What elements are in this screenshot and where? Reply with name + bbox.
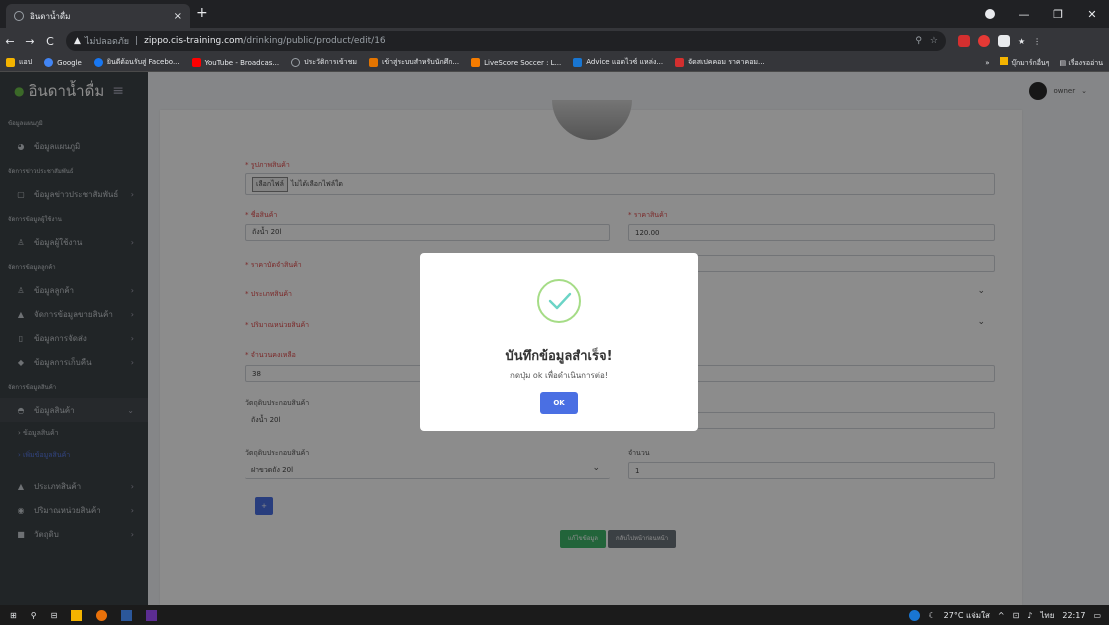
bookmark-label: เข้าสู่ระบบสำหรับนักศึก... bbox=[381, 58, 460, 66]
language-indicator[interactable]: ไทย bbox=[1040, 609, 1054, 622]
close-window-button[interactable]: ✕ bbox=[1075, 8, 1109, 21]
window-controls: — ❐ ✕ bbox=[973, 0, 1109, 28]
search-icon[interactable]: ⚲ bbox=[31, 611, 37, 620]
bookmark-livescore[interactable]: LiveScore Soccer : L... bbox=[471, 58, 561, 67]
student-icon bbox=[368, 58, 378, 67]
menu-dots-icon[interactable]: ⋮ bbox=[1033, 37, 1041, 46]
extension-icon[interactable] bbox=[998, 35, 1010, 47]
insecure-label: ไม่ปลอดภัย bbox=[84, 37, 130, 47]
network-icon[interactable]: ⊡ bbox=[1013, 611, 1020, 620]
bookmark-label: LiveScore Soccer : L... bbox=[484, 58, 562, 67]
zoom-icon[interactable]: ⚲ bbox=[915, 36, 922, 46]
bookmark-label: แอป bbox=[19, 58, 33, 66]
taskbar: ⊞ ⚲ ⊟ ☾ 27°C แจ่มใส ^ ⊡ ♪ ไทย 22:17 ▭ bbox=[0, 605, 1109, 625]
bookmark-jib[interactable]: จัดสเปคคอม ราคาคอม... bbox=[675, 57, 765, 68]
reading-list-icon: ▤ bbox=[1059, 58, 1069, 67]
tab-close-icon[interactable]: × bbox=[174, 11, 182, 22]
extension-icon[interactable] bbox=[958, 35, 970, 47]
address-bar-row: ← → C ▲ ไม่ปลอดภัย | zippo.cis-training.… bbox=[0, 28, 1109, 54]
bookmark-star-icon[interactable]: ☆ bbox=[930, 36, 938, 46]
youtube-icon bbox=[191, 58, 201, 67]
back-icon[interactable]: ← bbox=[0, 35, 20, 48]
tab-favicon-icon bbox=[14, 11, 24, 21]
dialog-text: กดปุ่ม ok เพื่อดำเนินการต่อ! bbox=[509, 371, 608, 380]
browser-tab[interactable]: อินดาน้ำดื่ม × bbox=[6, 4, 190, 28]
facebook-icon bbox=[93, 58, 103, 67]
url-path: /drinking/public/product/edit/16 bbox=[243, 36, 386, 46]
volume-icon[interactable]: ♪ bbox=[1027, 611, 1032, 620]
extensions: ★ ⋮ bbox=[958, 35, 1041, 47]
other-bookmarks[interactable]: บุ๊กมาร์กอื่นๆ bbox=[999, 57, 1050, 69]
ok-button[interactable]: OK bbox=[540, 392, 578, 414]
success-check-icon bbox=[537, 279, 581, 323]
bookmark-student[interactable]: เข้าสู่ระบบสำหรับนักศึก... bbox=[368, 57, 460, 68]
bookmark-youtube[interactable]: YouTube - Broadcas... bbox=[191, 58, 280, 67]
bookmark-apps[interactable]: แอป bbox=[6, 57, 32, 68]
url-host: zippo.cis-training.com bbox=[144, 36, 244, 46]
maximize-button[interactable]: ❐ bbox=[1041, 8, 1075, 21]
vs-icon[interactable] bbox=[146, 609, 158, 621]
moon-icon: ☾ bbox=[928, 610, 936, 620]
bookmark-label: ยินดีต้อนรับสู่ Facebo... bbox=[106, 58, 180, 66]
profile-icon[interactable] bbox=[985, 9, 995, 19]
notification-icon[interactable]: ▭ bbox=[1093, 611, 1101, 620]
success-dialog: บันทึกข้อมูลสำเร็จ! กดปุ่ม ok เพื่อดำเนิ… bbox=[420, 253, 698, 431]
more-bookmarks-button[interactable]: » bbox=[985, 59, 989, 67]
word-icon[interactable] bbox=[121, 609, 133, 621]
minimize-button[interactable]: — bbox=[1007, 8, 1041, 21]
adblock-icon[interactable] bbox=[978, 35, 990, 47]
tab-title: อินดาน้ำดื่ม bbox=[30, 11, 71, 21]
advice-icon bbox=[573, 58, 583, 67]
url-separator: | bbox=[135, 36, 139, 46]
chrome-icon[interactable] bbox=[96, 609, 108, 621]
bookmarks-bar: แอป Google ยินดีต้อนรับสู่ Facebo... You… bbox=[0, 54, 1109, 72]
bookmark-label: YouTube - Broadcas... bbox=[204, 58, 280, 67]
help-icon[interactable] bbox=[909, 609, 921, 621]
reading-list-label: เรื่องรออ่าน bbox=[1068, 58, 1103, 67]
new-tab-button[interactable]: + bbox=[196, 5, 208, 21]
reading-list[interactable]: ▤ เรื่องรออ่าน bbox=[1059, 58, 1103, 69]
chevron-up-icon[interactable]: ^ bbox=[998, 611, 1005, 620]
bookmark-google[interactable]: Google bbox=[44, 58, 82, 67]
warning-icon: ▲ bbox=[74, 36, 81, 46]
jib-icon bbox=[675, 58, 685, 67]
folder-icon bbox=[999, 57, 1008, 65]
history-icon bbox=[291, 58, 301, 67]
bookmark-history[interactable]: ประวัติการเข้าชม bbox=[291, 57, 357, 68]
bookmark-label: จัดสเปคคอม ราคาคอม... bbox=[688, 58, 765, 66]
puzzle-icon[interactable]: ★ bbox=[1018, 37, 1025, 46]
apps-grid-icon bbox=[6, 58, 15, 67]
windows-start-icon[interactable]: ⊞ bbox=[10, 611, 17, 620]
bookmark-facebook[interactable]: ยินดีต้อนรับสู่ Facebo... bbox=[93, 57, 180, 68]
dialog-title: บันทึกข้อมูลสำเร็จ! bbox=[505, 349, 613, 364]
task-view-icon[interactable]: ⊟ bbox=[51, 611, 58, 620]
livescore-icon bbox=[471, 58, 481, 67]
forward-icon[interactable]: → bbox=[20, 35, 40, 48]
google-icon bbox=[44, 58, 54, 67]
bookmark-label: Advice แอดไวซ์ แหล่ง... bbox=[586, 58, 664, 66]
bookmark-label: ประวัติการเข้าชม bbox=[304, 58, 357, 66]
url-input[interactable]: ▲ ไม่ปลอดภัย | zippo.cis-training.com /d… bbox=[66, 31, 946, 51]
other-bookmarks-label: บุ๊กมาร์กอื่นๆ bbox=[1011, 59, 1050, 67]
weather-text[interactable]: 27°C แจ่มใส bbox=[944, 609, 990, 622]
file-explorer-icon[interactable] bbox=[71, 609, 83, 621]
bookmark-advice[interactable]: Advice แอดไวซ์ แหล่ง... bbox=[573, 57, 663, 68]
bookmark-label: Google bbox=[57, 58, 82, 67]
browser-tabbar: อินดาน้ำดื่ม × + — ❐ ✕ bbox=[0, 0, 1109, 28]
system-tray: ☾ 27°C แจ่มใส ^ ⊡ ♪ ไทย 22:17 ▭ bbox=[909, 605, 1101, 625]
clock[interactable]: 22:17 bbox=[1062, 611, 1085, 620]
reload-icon[interactable]: C bbox=[40, 35, 60, 48]
